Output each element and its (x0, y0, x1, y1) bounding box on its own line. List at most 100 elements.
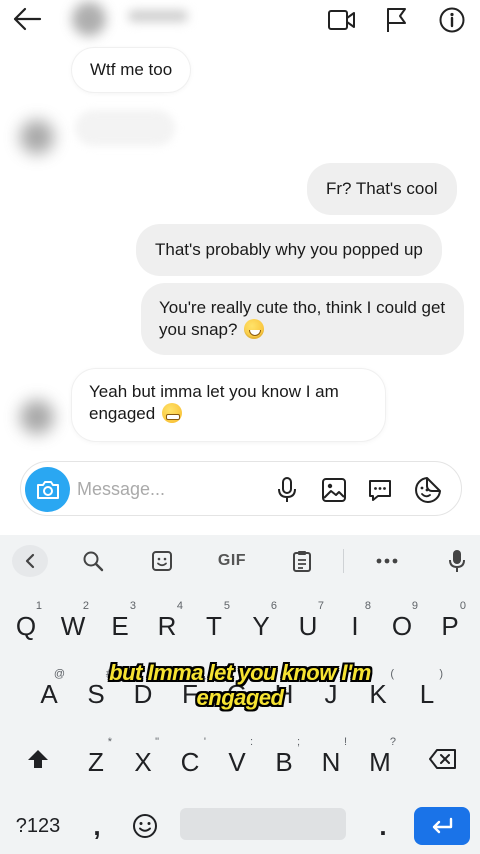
sticker-icon[interactable] (413, 475, 443, 505)
key-letter: Z (88, 746, 104, 777)
message-composer (20, 461, 462, 516)
info-icon[interactable] (436, 4, 468, 36)
caption-line-2: engaged (196, 685, 284, 710)
key-hint: ! (343, 736, 347, 748)
key-r[interactable]: 4R (145, 597, 189, 649)
clipboard-icon[interactable] (287, 545, 317, 577)
emoji-sticker-icon[interactable] (147, 545, 177, 577)
blurred-message[interactable] (75, 110, 175, 146)
backspace-key[interactable] (418, 733, 468, 785)
key-letter: Y (252, 610, 270, 641)
key-hint: 7 (317, 600, 324, 612)
search-icon[interactable] (78, 545, 108, 577)
contact-name[interactable] (128, 10, 188, 22)
key-o[interactable]: 9O (380, 597, 424, 649)
key-p[interactable]: 0P (428, 597, 472, 649)
comma-key[interactable]: , (82, 807, 112, 845)
message-text: That's probably why you popped up (155, 240, 423, 259)
contact-avatar[interactable] (72, 2, 106, 36)
message-text: Yeah but imma let you know I am engaged (89, 382, 339, 423)
emoji-key[interactable] (128, 807, 162, 845)
grimacing-emoji (161, 403, 182, 423)
shift-icon (28, 750, 48, 768)
key-hint: 8 (364, 600, 371, 612)
symbols-key[interactable]: ?123 (8, 807, 68, 845)
message-text: You're really cute tho, think I could ge… (159, 298, 446, 339)
outgoing-message[interactable]: Fr? That's cool (307, 163, 457, 215)
sender-avatar[interactable] (20, 400, 54, 434)
key-letter: N (321, 746, 341, 777)
key-n[interactable]: ! N (309, 733, 353, 785)
key-x[interactable]: " X (121, 733, 165, 785)
key-letter: M (369, 746, 391, 777)
outgoing-message[interactable]: That's probably why you popped up (136, 224, 442, 276)
key-b[interactable]: ; B (262, 733, 306, 785)
symbols-label: ?123 (15, 814, 61, 837)
key-hint: 3 (129, 600, 136, 612)
key-letter: W (60, 610, 86, 641)
key-hint: " (155, 736, 159, 748)
key-letter: B (275, 746, 293, 777)
key-z[interactable]: * Z (74, 733, 118, 785)
incoming-message[interactable]: Wtf me too (72, 48, 191, 92)
key-hint: 1 (35, 600, 42, 612)
key-letter: V (228, 746, 246, 777)
microphone-icon[interactable] (272, 475, 302, 505)
key-letter: C (180, 746, 200, 777)
key-hint: 5 (223, 600, 230, 612)
period-key[interactable]: . (368, 807, 398, 845)
key-letter: Q (15, 610, 37, 641)
key-hint: 0 (459, 600, 466, 612)
more-options-icon[interactable] (372, 545, 402, 577)
gallery-icon[interactable] (319, 475, 349, 505)
enter-key[interactable] (414, 807, 470, 845)
message-text: Fr? That's cool (326, 179, 438, 198)
key-m[interactable]: ? M (358, 733, 402, 785)
grinning-sweat-emoji (244, 319, 265, 339)
key-hint: ? (389, 736, 396, 748)
incoming-message[interactable]: Yeah but imma let you know I am engaged (72, 369, 385, 441)
smiley-icon (133, 814, 157, 838)
voice-input-icon[interactable] (442, 545, 472, 577)
key-letter: E (111, 610, 129, 641)
key-letter: X (134, 746, 152, 777)
key-hint: 6 (270, 600, 277, 612)
camera-button[interactable] (25, 467, 70, 512)
key-letter: U (298, 610, 318, 641)
chat-bubble-icon[interactable] (365, 475, 395, 505)
key-hint: 4 (176, 600, 183, 612)
camera-icon (36, 480, 59, 499)
video-caption: but Imma let you know I'm engaged (0, 660, 480, 710)
key-t[interactable]: 5T (192, 597, 236, 649)
key-c[interactable]: ' C (168, 733, 212, 785)
period-label: . (379, 810, 387, 841)
key-v[interactable]: :V (215, 733, 259, 785)
toolbar-divider (343, 549, 344, 573)
key-letter: O (391, 610, 413, 641)
video-camera-icon[interactable] (326, 4, 358, 36)
key-q[interactable]: 1Q (4, 597, 48, 649)
key-i[interactable]: 8I (333, 597, 377, 649)
key-w[interactable]: 2W (51, 597, 95, 649)
gif-button[interactable]: GIF (210, 545, 254, 577)
message-input[interactable] (77, 476, 257, 502)
gif-label: GIF (217, 552, 247, 569)
key-e[interactable]: 3E (98, 597, 142, 649)
key-y[interactable]: 6Y (239, 597, 283, 649)
key-letter: R (157, 610, 177, 641)
shift-key[interactable] (14, 733, 62, 785)
flag-icon[interactable] (380, 4, 412, 36)
sender-avatar[interactable] (20, 120, 54, 154)
chevron-left-icon[interactable] (12, 545, 48, 577)
space-bar[interactable] (180, 808, 346, 840)
key-hint: 2 (82, 600, 89, 612)
outgoing-message[interactable]: You're really cute tho, think I could ge… (141, 283, 464, 355)
message-text: Wtf me too (90, 60, 173, 79)
key-letter: I (351, 610, 359, 641)
chat-header (0, 0, 480, 40)
key-letter: T (206, 610, 222, 641)
key-hint: * (107, 736, 112, 748)
back-arrow-icon[interactable] (10, 4, 44, 34)
key-u[interactable]: 7U (286, 597, 330, 649)
key-letter: P (441, 610, 459, 641)
